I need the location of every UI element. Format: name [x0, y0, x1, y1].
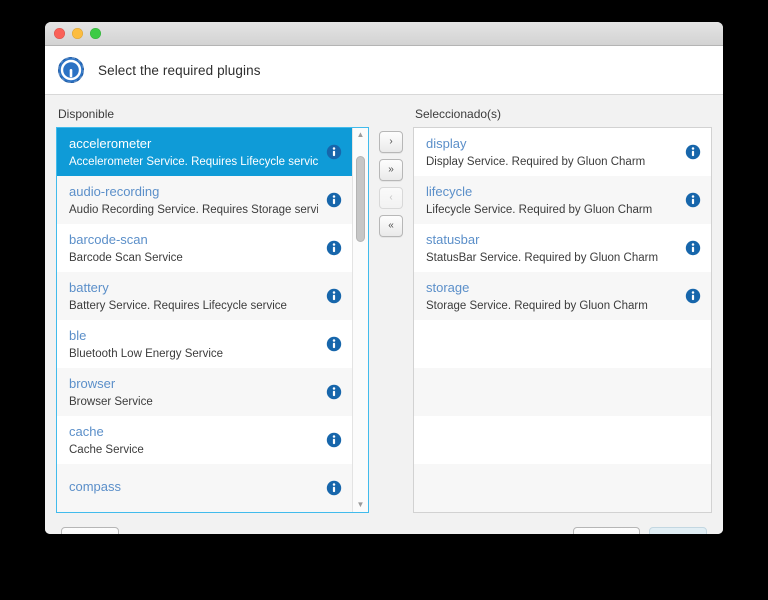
list-item-name: barcode-scan	[69, 231, 148, 247]
list-item-description: Battery Service. Requires Lifecycle serv…	[69, 299, 287, 312]
info-icon[interactable]	[685, 192, 701, 208]
list-item-description: Lifecycle Service. Required by Gluon Cha…	[426, 203, 653, 216]
available-label: Disponible	[58, 107, 115, 121]
available-list-rows: accelerometer Accelerometer Service. Requ…	[57, 128, 352, 512]
list-item-text: browser Browser Service	[69, 376, 318, 409]
selected-list[interactable]: display Display Service. Required by Gluo…	[413, 127, 712, 513]
dual-list-selector: Disponible accelerometer Accelerometer Se…	[56, 107, 712, 513]
list-item-text: compass	[69, 479, 318, 498]
scroll-down-arrow-icon[interactable]: ▼	[353, 498, 368, 512]
list-item-name: statusbar	[426, 231, 480, 247]
transfer-button-stack: › » ‹ «	[379, 127, 403, 237]
list-item[interactable]: ble Bluetooth Low Energy Service	[57, 320, 352, 368]
list-item-empty	[414, 368, 711, 416]
list-item[interactable]: display Display Service. Required by Gluo…	[414, 128, 711, 176]
list-item-description: Barcode Scan Service	[69, 251, 183, 264]
list-item-description: Audio Recording Service. Requires Storag…	[69, 203, 318, 216]
list-item-name: lifecycle	[426, 183, 473, 199]
available-column: Disponible accelerometer Accelerometer Se…	[56, 107, 369, 513]
list-item-empty	[414, 464, 711, 512]
info-icon[interactable]	[326, 144, 342, 160]
list-item[interactable]: storage Storage Service. Required by Gluo…	[414, 272, 711, 320]
cancel-button[interactable]: Cancel	[572, 527, 640, 534]
list-item-text: lifecycle Lifecycle Service. Required by …	[426, 184, 677, 217]
info-icon[interactable]	[326, 288, 342, 304]
move-left-button: ‹	[379, 187, 403, 209]
zoom-button[interactable]	[90, 28, 101, 39]
info-icon[interactable]	[326, 480, 342, 496]
gluon-badge-icon	[57, 56, 85, 84]
list-item-text: cache Cache Service	[69, 424, 318, 457]
dialog-window: Select the required plugins Disponible a…	[45, 22, 723, 534]
available-list-scrollbar[interactable]: ▲ ▼	[352, 128, 368, 512]
info-icon[interactable]	[685, 144, 701, 160]
selected-column: Seleccionado(s) display Display Service. …	[413, 107, 712, 513]
info-icon[interactable]	[326, 192, 342, 208]
list-item-text: statusbar StatusBar Service. Required by …	[426, 232, 677, 265]
available-list[interactable]: accelerometer Accelerometer Service. Requ…	[56, 127, 369, 513]
list-item[interactable]: lifecycle Lifecycle Service. Required by …	[414, 176, 711, 224]
list-item-name: display	[426, 135, 467, 151]
list-item[interactable]: accelerometer Accelerometer Service. Requ…	[57, 128, 352, 176]
scroll-up-arrow-icon[interactable]: ▲	[353, 128, 368, 142]
help-button[interactable]: Help	[61, 527, 119, 534]
info-icon[interactable]	[326, 240, 342, 256]
list-item-description: Bluetooth Low Energy Service	[69, 347, 224, 360]
list-item-name: accelerometer	[69, 135, 152, 151]
info-icon[interactable]	[685, 288, 701, 304]
selected-list-rows: display Display Service. Required by Gluo…	[414, 128, 711, 512]
window-titlebar[interactable]	[45, 22, 723, 46]
footer-actions: Cancel Ok	[572, 527, 707, 534]
list-item-description: Accelerometer Service. Requires Lifecycl…	[69, 155, 318, 168]
list-item[interactable]: browser Browser Service	[57, 368, 352, 416]
list-item-description: Browser Service	[69, 395, 153, 408]
list-item-name: compass	[69, 478, 122, 494]
scrollbar-thumb[interactable]	[356, 156, 365, 242]
list-item-text: storage Storage Service. Required by Gluo…	[426, 280, 677, 313]
transfer-controls: › » ‹ «	[369, 107, 413, 513]
page-title: Select the required plugins	[98, 62, 261, 78]
list-item-description: Display Service. Required by Gluon Charm	[426, 155, 646, 168]
list-item-name: ble	[69, 327, 87, 343]
list-item-text: battery Battery Service. Requires Lifecyc…	[69, 280, 318, 313]
dialog-header: Select the required plugins	[45, 46, 723, 95]
info-icon[interactable]	[326, 336, 342, 352]
list-item-empty	[414, 416, 711, 464]
move-all-left-button[interactable]: «	[379, 215, 403, 237]
list-item-text: audio-recording Audio Recording Service. …	[69, 184, 318, 217]
selected-label: Seleccionado(s)	[415, 107, 502, 121]
dialog-body: Disponible accelerometer Accelerometer Se…	[45, 95, 723, 513]
list-item[interactable]: statusbar StatusBar Service. Required by …	[414, 224, 711, 272]
close-button[interactable]	[54, 28, 65, 39]
list-item-description: StatusBar Service. Required by Gluon Cha…	[426, 251, 659, 264]
list-item-name: cache	[69, 423, 104, 439]
list-item[interactable]: barcode-scan Barcode Scan Service	[57, 224, 352, 272]
move-right-button[interactable]: ›	[379, 131, 403, 153]
list-item[interactable]: cache Cache Service	[57, 416, 352, 464]
minimize-button[interactable]	[72, 28, 83, 39]
list-item-name: audio-recording	[69, 183, 160, 199]
list-item[interactable]: battery Battery Service. Requires Lifecyc…	[57, 272, 352, 320]
list-item-description: Storage Service. Required by Gluon Charm	[426, 299, 648, 312]
scrollbar-track[interactable]	[353, 142, 368, 498]
ok-button[interactable]: Ok	[649, 527, 707, 534]
list-item-text: accelerometer Accelerometer Service. Requ…	[69, 136, 318, 169]
list-item-text: ble Bluetooth Low Energy Service	[69, 328, 318, 361]
list-item-name: storage	[426, 279, 470, 295]
list-item-text: display Display Service. Required by Gluo…	[426, 136, 677, 169]
info-icon[interactable]	[326, 432, 342, 448]
list-item-empty	[414, 320, 711, 368]
list-item-description: Cache Service	[69, 443, 144, 456]
dialog-footer: Help Cancel Ok	[45, 513, 723, 534]
list-item[interactable]: compass	[57, 464, 352, 512]
info-icon[interactable]	[685, 240, 701, 256]
list-item-name: battery	[69, 279, 109, 295]
info-icon[interactable]	[326, 384, 342, 400]
list-item-text: barcode-scan Barcode Scan Service	[69, 232, 318, 265]
list-item-name: browser	[69, 375, 116, 391]
list-item[interactable]: audio-recording Audio Recording Service. …	[57, 176, 352, 224]
move-all-right-button[interactable]: »	[379, 159, 403, 181]
